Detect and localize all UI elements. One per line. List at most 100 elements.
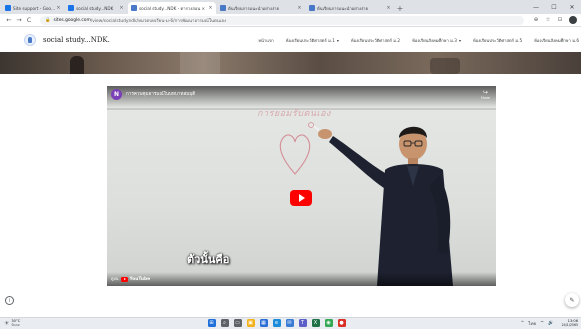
volume-icon[interactable]: 🔊 [548,321,553,326]
site-nav-label: ห้องเรียนประวัติศาสตร์ ม.2 [350,37,401,43]
tab-label: ต้นเรียนการแนะนำอย่างง่าย [228,5,279,11]
info-icon[interactable]: i [5,296,14,305]
window-controls: — ☐ ✕ [527,0,581,14]
site-nav-item[interactable]: ห้องเรียนประวัติศาสตร์ ม.2 [351,37,400,44]
browser-tab[interactable]: ต้นเรียนการแนะนำอย่างง่าย × [217,2,305,14]
tab-close-icon[interactable]: × [119,5,124,11]
tab-label: Site support - Google Sinsk [13,5,56,11]
reload-icon[interactable]: C [24,16,34,24]
address-bar: ← → C 🔒 sites.google.com /view/socialstu… [0,14,581,27]
tab-favicon-icon [5,5,11,11]
play-button[interactable] [290,190,312,206]
browser-tab[interactable]: ต้นเรียนการแนะนำอย่างง่าย × [306,2,394,14]
site-logo[interactable] [24,34,36,46]
chrome-icon[interactable]: ◉ [324,319,333,327]
edge-icon[interactable]: e [272,319,281,327]
youtube-label: YouTube [129,276,151,282]
sun-icon: ☀ [4,319,10,327]
share-icon: ↪ [482,89,488,96]
mail-icon[interactable]: ✉ [285,319,294,327]
banner-light [180,52,220,74]
taskbar-apps: ⊞ ⌕ ▭ ▣ ▦ e ✉ T X ◉ ● [205,319,348,327]
site-nav-label: ห้องเรียนประวัติศาสตร์ ม.1 [285,37,335,43]
site-nav-item[interactable]: ห้องเรียนประวัติศาสตร์ ม.1 ▾ [286,37,339,44]
browser-tab[interactable]: Site support - Google Sinsk× [2,2,64,14]
tab-label: social study...NDK - ตารางสอน × [139,5,206,11]
channel-avatar[interactable]: N [111,89,122,100]
edit-icon[interactable]: ✎ [565,293,579,307]
site-nav-label: ห้องเรียนสังคมศึกษา ม.6 [534,37,579,43]
site-header: social study...NDK. หน้าแรก ห้องเรียนประว… [0,28,581,52]
video-bottom-overlay [107,272,496,286]
tab-close-icon[interactable]: × [208,5,213,11]
url-host: sites.google.com [53,17,91,23]
youtube-play-icon [121,276,129,282]
maximize-icon[interactable]: ☐ [545,4,563,11]
url-input[interactable]: 🔒 sites.google.com /view/socialstudyndk/… [40,15,524,25]
system-tray: ^ ไทย ⌔ 🔊 13:06 24/1/2565 [517,319,578,327]
tab-label: ต้นเรียนการแนะนำอย่างง่าย [317,5,368,11]
site-nav-label: ห้องเรียนประวัติศาสตร์ ม.5 [472,37,523,43]
minimize-icon[interactable]: — [527,4,545,11]
forward-icon[interactable]: → [14,16,24,24]
bookmark-star-icon[interactable]: ☆ [542,17,554,23]
zoom-icon[interactable]: ⊕ [530,17,542,23]
youtube-logo: YouTube [121,276,151,282]
weather-description: มีแดด [11,323,20,327]
windows-start-icon[interactable]: ⊞ [207,319,216,327]
watch-on-youtube-button[interactable]: ดูบน YouTube [111,276,150,282]
clock-date: 24/1/2565 [561,323,578,327]
site-nav-item[interactable]: หน้าแรก [258,37,273,44]
wifi-icon[interactable]: ⌔ [540,320,544,326]
site-nav-label: หน้าแรก [258,37,274,43]
tab-favicon-icon [131,5,137,11]
teams-icon[interactable]: T [298,319,307,327]
video-caption: ตัวนั้นคือ [187,253,230,266]
site-title[interactable]: social study...NDK. [43,36,110,44]
browser-tab[interactable]: social study...NDK - ตารางสอน × × [128,2,216,14]
banner-shadow [430,58,460,74]
tab-favicon-icon [309,5,315,11]
header-banner-image [0,52,581,74]
tab-close-icon[interactable]: × [56,5,61,11]
banner-figure [70,56,84,74]
tab-close-icon[interactable]: × [297,5,302,11]
tab-favicon-icon [220,5,226,11]
tab-close-icon[interactable]: × [386,5,391,11]
url-path: /view/socialstudyndk/หมวดบทเรียน-ม-6/การ… [90,18,227,24]
browser-tab[interactable]: social study...NDK × [65,2,127,14]
chevron-down-icon[interactable]: ▾ [459,38,461,43]
input-language[interactable]: ไทย [528,320,536,327]
youtube-embed[interactable]: การยอมรับตนเอง N การควบคุมอารมณ์ในบทบาทส… [107,86,496,286]
store-icon[interactable]: ▦ [259,319,268,327]
weather-widget[interactable]: ☀ 30°C มีแดด [4,319,20,327]
watch-on-label: ดูบน [111,276,119,281]
lock-icon: 🔒 [45,17,51,23]
tab-label: social study...NDK [76,5,114,11]
share-button[interactable]: ↪ Share [481,89,490,100]
taskbar-clock[interactable]: 13:06 24/1/2565 [558,319,578,327]
site-nav-item[interactable]: ห้องเรียนประวัติศาสตร์ ม.5 [473,37,522,44]
app-red-icon[interactable]: ● [337,319,346,327]
browser-tab-strip: Site support - Google Sinsk×social study… [0,0,581,14]
close-window-icon[interactable]: ✕ [563,4,581,11]
teacher-figure [308,122,453,286]
site-navigation: หน้าแรก ห้องเรียนประวัติศาสตร์ ม.1 ▾ ห้องเร… [246,28,579,52]
site-nav-label: ห้องเรียนสังคมศึกษา ม.3 [412,37,457,43]
extensions-icon[interactable]: ⊡ [554,17,566,23]
new-tab-button[interactable]: + [395,2,405,14]
profile-avatar[interactable] [569,16,577,24]
site-nav-item[interactable]: ห้องเรียนสังคมศึกษา ม.3 ▾ [412,37,461,44]
file-explorer-icon[interactable]: ▣ [246,319,255,327]
back-icon[interactable]: ← [4,16,14,24]
excel-icon[interactable]: X [311,319,320,327]
chevron-down-icon[interactable]: ▾ [337,38,339,43]
windows-taskbar: ☀ 30°C มีแดด ⊞ ⌕ ▭ ▣ ▦ e ✉ T X ◉ ● ^ ไทย ⌔ 🔊 13:06… [0,317,581,329]
video-title[interactable]: การควบคุมอารมณ์ในบทบาทสมมุติ [126,91,195,98]
task-view-icon[interactable]: ▭ [233,319,242,327]
tab-favicon-icon [68,5,74,11]
tray-overflow-icon[interactable]: ^ [521,321,525,326]
site-nav-item[interactable]: ห้องเรียนสังคมศึกษา ม.6 [534,37,579,44]
share-label: Share [480,96,490,100]
search-icon[interactable]: ⌕ [220,319,229,327]
